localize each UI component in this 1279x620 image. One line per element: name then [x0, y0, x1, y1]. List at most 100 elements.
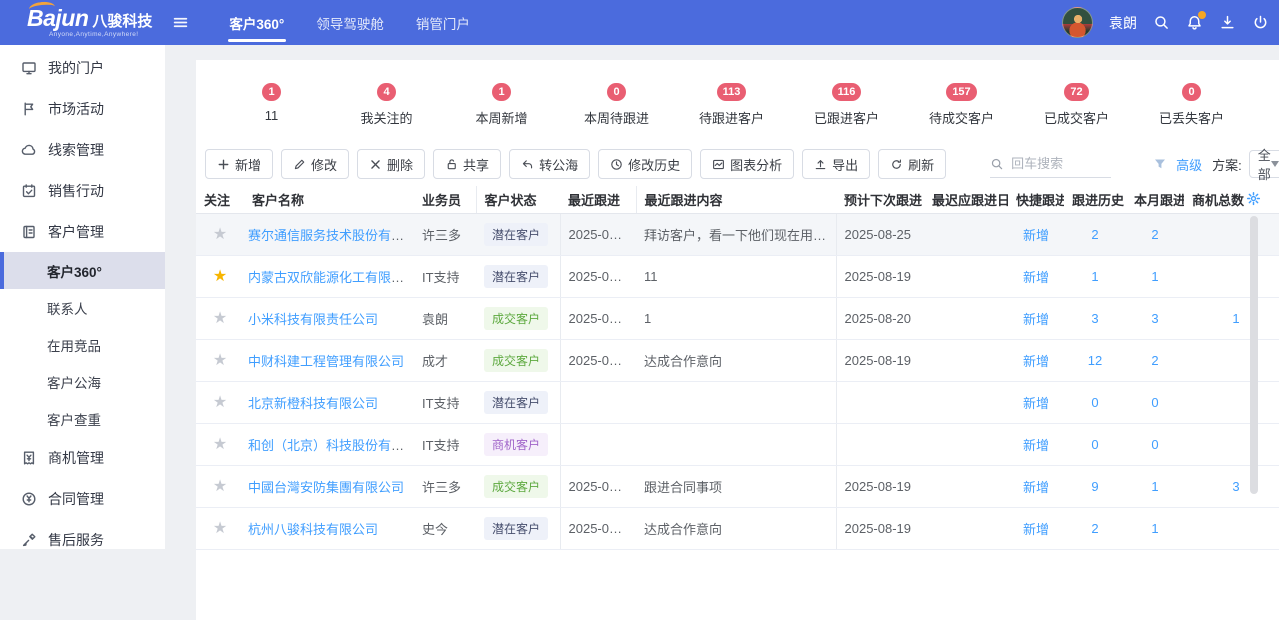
customer-row[interactable]: 中财科建工程管理有限公司 成才 成交客户 2025-05-21 达成合作意向 2…: [196, 339, 1279, 381]
customer-name-link[interactable]: 和创（北京）科技股份有限公司: [248, 438, 414, 453]
toolbar-button[interactable]: 新增: [205, 149, 273, 179]
follow-history-link[interactable]: 2: [1091, 227, 1098, 242]
customer-name-link[interactable]: 中國台灣安防集團有限公司: [248, 480, 404, 495]
sidebar-item[interactable]: 客户公海: [0, 363, 165, 400]
follow-history-link[interactable]: 0: [1091, 437, 1098, 452]
user-avatar[interactable]: [1062, 7, 1093, 38]
app-logo[interactable]: Bajun 八骏科技 Anyone,Anytime,Anywhere!: [27, 7, 152, 39]
star-icon[interactable]: [213, 226, 227, 243]
column-header[interactable]: 商机总数: [1184, 186, 1279, 213]
stat-item[interactable]: 157 待成交客户: [904, 82, 1019, 127]
customer-name-link[interactable]: 中财科建工程管理有限公司: [248, 354, 404, 369]
filter-funnel-icon[interactable]: [1153, 157, 1167, 171]
column-header[interactable]: 预计下次跟进: [836, 186, 924, 213]
customer-name-link[interactable]: 北京新橙科技有限公司: [248, 396, 378, 411]
month-follow-link[interactable]: 1: [1151, 479, 1158, 494]
sidebar-item[interactable]: 市场活动: [0, 88, 165, 129]
follow-history-link[interactable]: 2: [1091, 521, 1098, 536]
quick-follow-link[interactable]: 新增: [1023, 228, 1049, 243]
sidebar-item[interactable]: 联系人: [0, 289, 165, 326]
opportunity-count-link[interactable]: 1: [1232, 311, 1239, 326]
star-icon[interactable]: [213, 310, 227, 327]
customer-name-link[interactable]: 赛尔通信服务技术股份有限公司: [248, 228, 414, 243]
customer-row[interactable]: 内蒙古双欣能源化工有限公司 IT支持 潜在客户 2025-05-21 11 20…: [196, 255, 1279, 297]
vertical-scrollbar-thumb[interactable]: [1250, 216, 1258, 494]
quick-follow-link[interactable]: 新增: [1023, 354, 1049, 369]
follow-history-link[interactable]: 1: [1091, 269, 1098, 284]
customer-name-link[interactable]: 内蒙古双欣能源化工有限公司: [248, 270, 414, 285]
search-icon[interactable]: [1153, 14, 1170, 31]
sidebar-item[interactable]: 售后服务: [0, 519, 165, 560]
search-input[interactable]: [1011, 156, 1111, 171]
star-icon[interactable]: [213, 436, 227, 453]
column-header[interactable]: 客户名称: [244, 186, 414, 213]
star-icon[interactable]: [213, 352, 227, 369]
follow-history-link[interactable]: 3: [1091, 311, 1098, 326]
customer-name-link[interactable]: 小米科技有限责任公司: [248, 312, 378, 327]
month-follow-link[interactable]: 2: [1151, 227, 1158, 242]
toolbar-button[interactable]: 导出: [802, 149, 870, 179]
month-follow-link[interactable]: 1: [1151, 269, 1158, 284]
toolbar-button[interactable]: 删除: [357, 149, 425, 179]
column-header[interactable]: 跟进历史: [1064, 186, 1126, 213]
menu-toggle-icon[interactable]: [172, 14, 189, 31]
follow-history-link[interactable]: 12: [1088, 353, 1102, 368]
nav-tab[interactable]: 领导驾驶舱: [300, 0, 400, 45]
star-icon[interactable]: [213, 268, 227, 285]
month-follow-link[interactable]: 0: [1151, 437, 1158, 452]
toolbar-button[interactable]: 刷新: [878, 149, 946, 179]
follow-history-link[interactable]: 0: [1091, 395, 1098, 410]
column-header[interactable]: 最近跟进: [560, 186, 636, 213]
sidebar-item[interactable]: 商机管理: [0, 437, 165, 478]
stat-item[interactable]: 1 本周新增: [444, 82, 559, 127]
column-header[interactable]: 关注: [196, 186, 244, 213]
advanced-search-link[interactable]: 高级: [1176, 155, 1202, 174]
stat-item[interactable]: 4 我关注的: [329, 82, 444, 127]
nav-tab[interactable]: 客户360°: [213, 0, 300, 45]
toolbar-button[interactable]: 共享: [433, 149, 501, 179]
customer-row[interactable]: 赛尔通信服务技术股份有限公司 许三多 潜在客户 2025-05-27 拜访客户，…: [196, 213, 1279, 255]
star-icon[interactable]: [213, 394, 227, 411]
customer-name-link[interactable]: 杭州八骏科技有限公司: [248, 522, 378, 537]
sidebar-item[interactable]: 客户查重: [0, 400, 165, 437]
sidebar-item[interactable]: 我的门户: [0, 47, 165, 88]
toolbar-button[interactable]: 修改: [281, 149, 349, 179]
stat-item[interactable]: 116 已跟进客户: [789, 82, 904, 127]
stat-item[interactable]: 1 11: [214, 82, 329, 127]
quick-follow-link[interactable]: 新增: [1023, 270, 1049, 285]
month-follow-link[interactable]: 0: [1151, 395, 1158, 410]
stat-item[interactable]: 0 已丢失客户: [1134, 82, 1249, 127]
customer-row[interactable]: 中國台灣安防集團有限公司 许三多 成交客户 2025-05-21 跟进合同事项 …: [196, 465, 1279, 507]
notification-bell[interactable]: [1186, 14, 1203, 31]
month-follow-link[interactable]: 3: [1151, 311, 1158, 326]
quick-follow-link[interactable]: 新增: [1023, 522, 1049, 537]
username[interactable]: 袁朗: [1109, 13, 1137, 33]
nav-tab[interactable]: 销管门户: [400, 0, 486, 45]
month-follow-link[interactable]: 2: [1151, 353, 1158, 368]
sidebar-item[interactable]: 合同管理: [0, 478, 165, 519]
sidebar-item[interactable]: 销售行动: [0, 170, 165, 211]
star-icon[interactable]: [213, 520, 227, 537]
scheme-select[interactable]: 全部: [1249, 150, 1279, 178]
sidebar-item[interactable]: 客户360°: [0, 252, 165, 289]
column-header[interactable]: 最迟应跟进日期: [924, 186, 1008, 213]
column-header[interactable]: 快捷跟进: [1008, 186, 1064, 213]
stat-item[interactable]: 0 本周待跟进: [559, 82, 674, 127]
quick-follow-link[interactable]: 新增: [1023, 480, 1049, 495]
power-icon[interactable]: [1252, 14, 1269, 31]
column-header[interactable]: 本月跟进: [1126, 186, 1184, 213]
column-settings-icon[interactable]: [1246, 191, 1261, 206]
customer-row[interactable]: 北京新橙科技有限公司 IT支持 潜在客户 新增 0 0: [196, 381, 1279, 423]
column-header[interactable]: 最近跟进内容: [636, 186, 836, 213]
toolbar-button[interactable]: 转公海: [509, 149, 590, 179]
quick-follow-link[interactable]: 新增: [1023, 312, 1049, 327]
customer-row[interactable]: 小米科技有限责任公司 袁朗 成交客户 2025-05-22 1 2025-08-…: [196, 297, 1279, 339]
sidebar-item[interactable]: 在用竞品: [0, 326, 165, 363]
sidebar-item[interactable]: 线索管理: [0, 129, 165, 170]
customer-row[interactable]: 和创（北京）科技股份有限公司 IT支持 商机客户 新增 0 0: [196, 423, 1279, 465]
month-follow-link[interactable]: 1: [1151, 521, 1158, 536]
quick-follow-link[interactable]: 新增: [1023, 396, 1049, 411]
column-header[interactable]: 业务员: [414, 186, 476, 213]
toolbar-button[interactable]: 图表分析: [700, 149, 794, 179]
stat-item[interactable]: 72 已成交客户: [1019, 82, 1134, 127]
